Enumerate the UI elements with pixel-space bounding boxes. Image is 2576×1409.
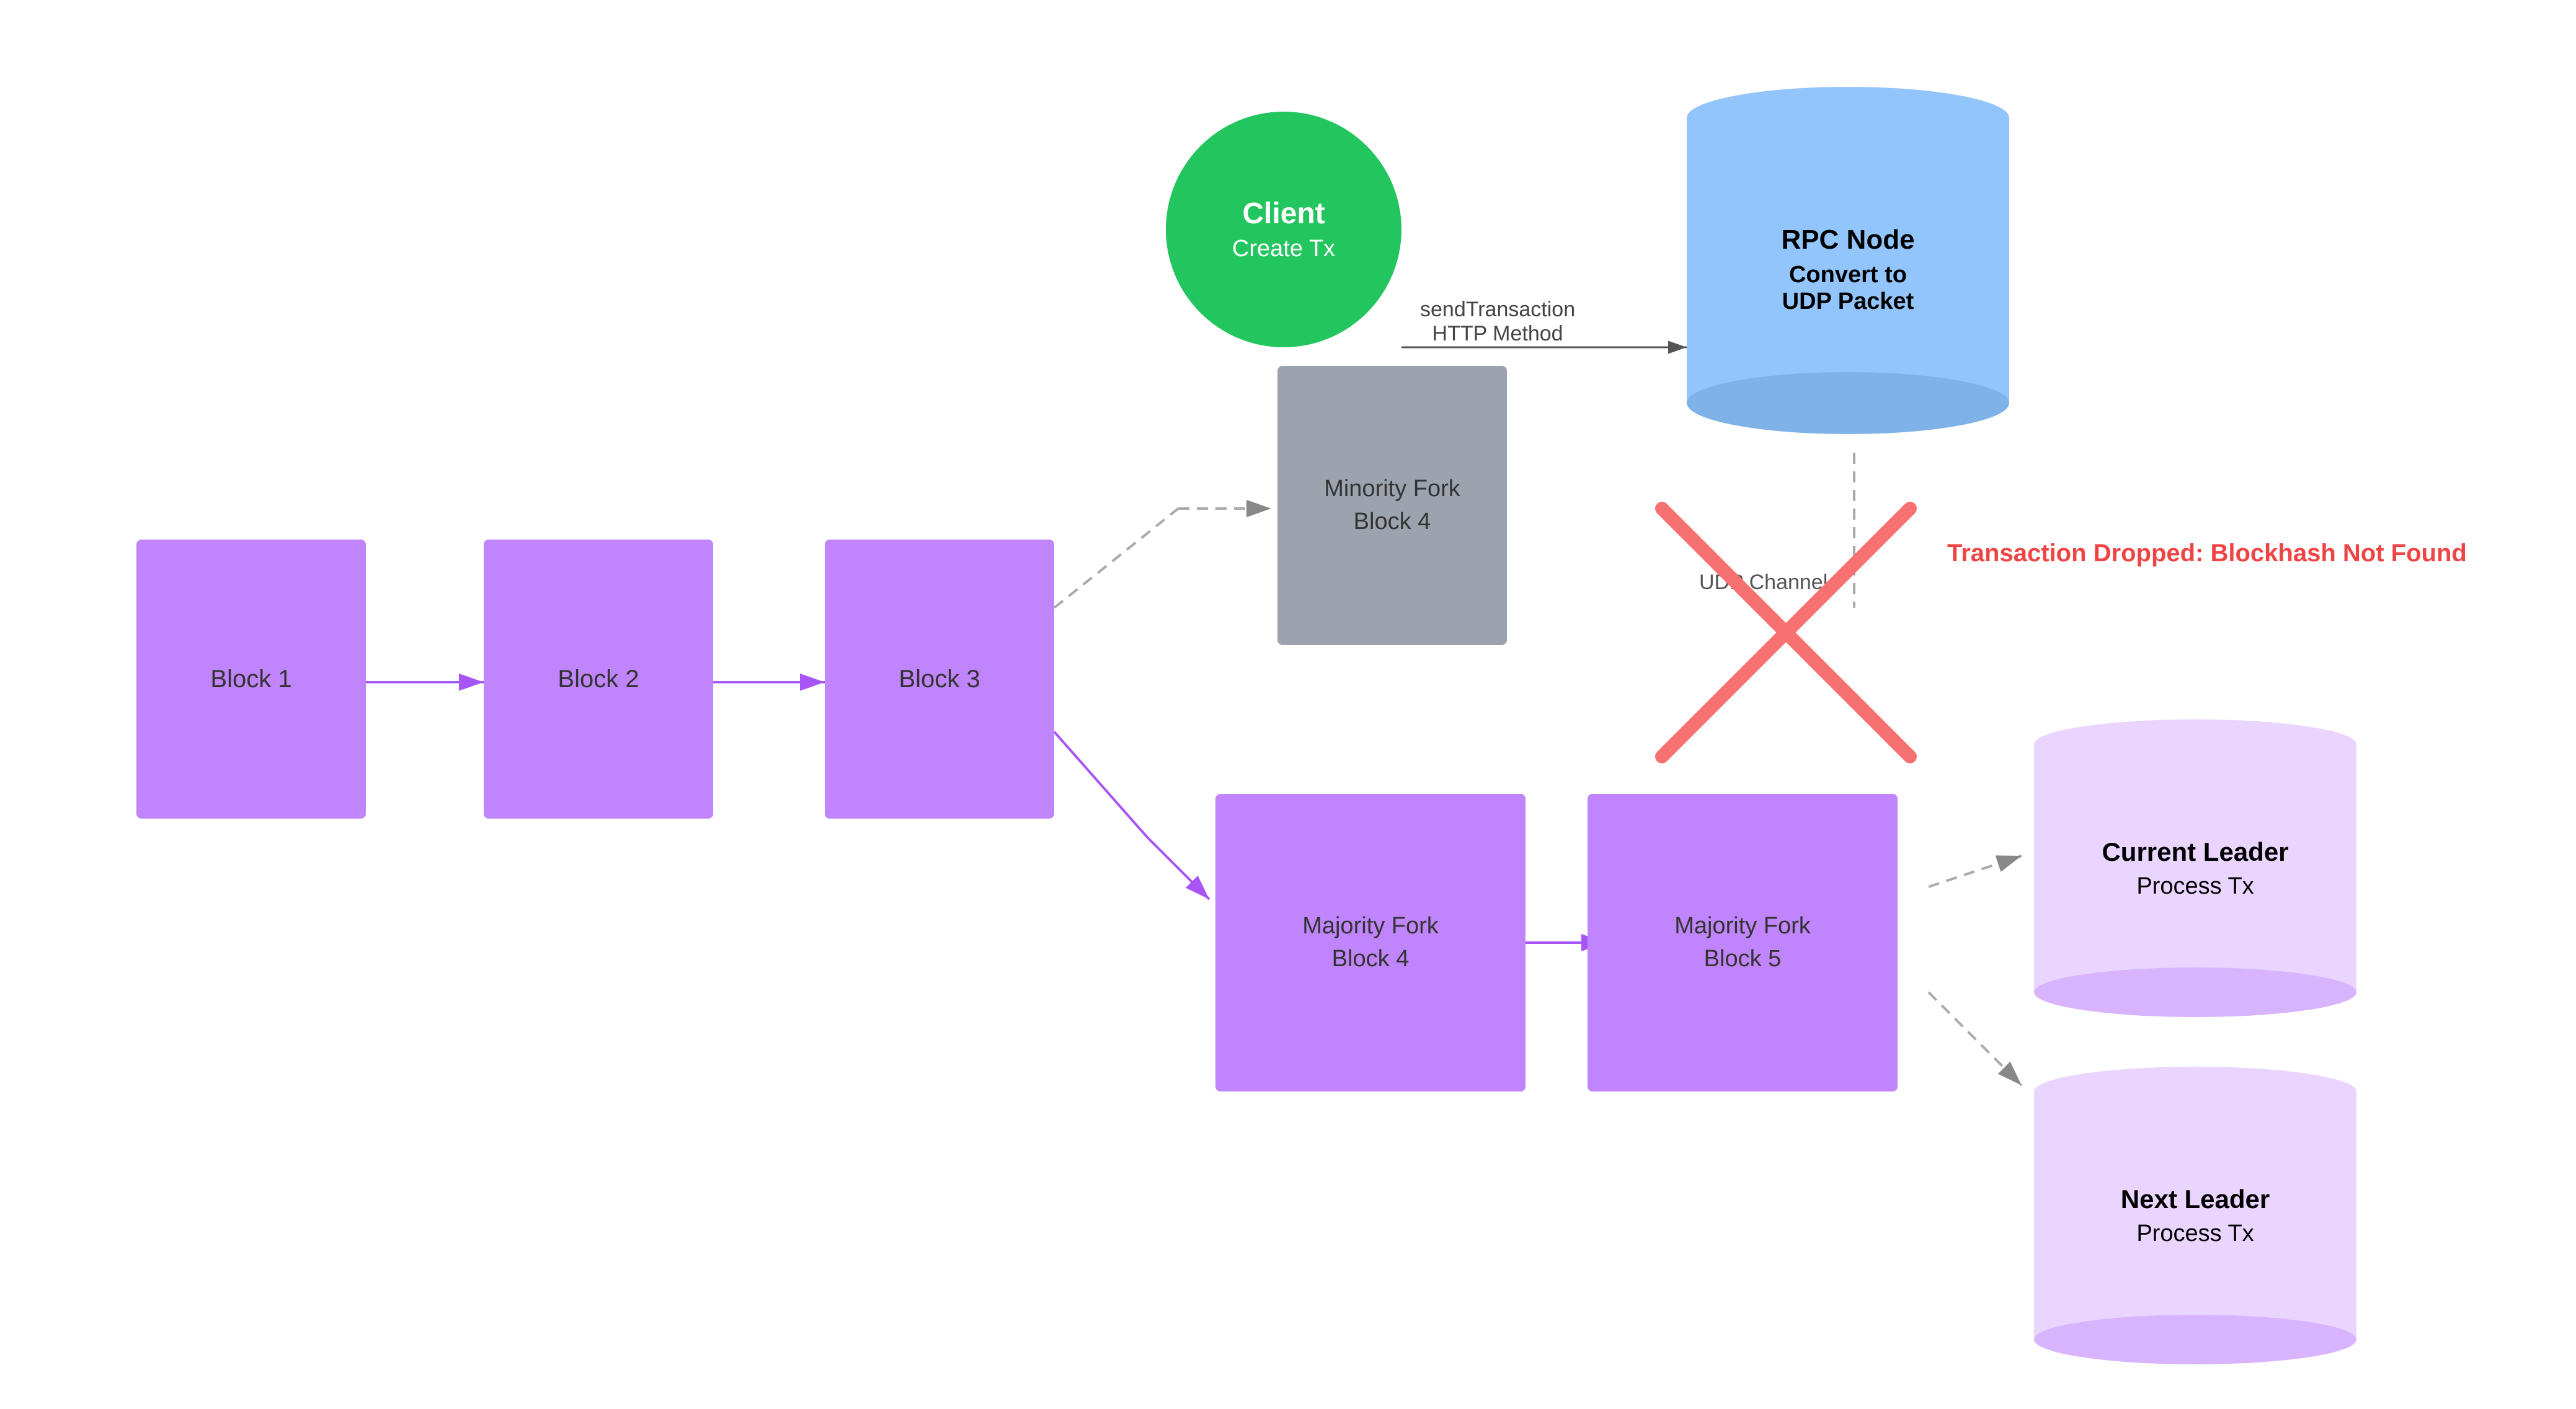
majority-fork-block-4: Majority Fork Block 4: [1215, 794, 1526, 1091]
send-transaction-label: sendTransaction HTTP Method: [1420, 298, 1575, 346]
current-leader-subtitle: Process Tx: [2136, 873, 2254, 900]
client-subtitle: Create Tx: [1232, 236, 1335, 262]
current-leader-cylinder: Current Leader Process Tx: [2034, 719, 2356, 1017]
client-title: Client: [1242, 197, 1325, 231]
rpc-node-cylinder: RPC Node Convert to UDP Packet: [1687, 87, 2009, 434]
minority-fork-block-4: Minority Fork Block 4: [1277, 366, 1507, 645]
next-leader-title: Next Leader: [2121, 1185, 2270, 1214]
block-2: Block 2: [484, 540, 713, 819]
block-1: Block 1: [136, 540, 366, 819]
diagram: Block 1 Block 2 Block 3 Minority Fork Bl…: [0, 0, 2576, 1409]
next-leader-subtitle: Process Tx: [2136, 1220, 2254, 1247]
rpc-node-subtitle: Convert to UDP Packet: [1782, 262, 1914, 315]
client-circle: Client Create Tx: [1166, 112, 1401, 347]
next-leader-cylinder: Next Leader Process Tx: [2034, 1067, 2356, 1364]
error-label: Transaction Dropped: Blockhash Not Found: [1947, 540, 2467, 567]
block-3: Block 3: [825, 540, 1054, 819]
current-leader-title: Current Leader: [2102, 837, 2288, 867]
cross-icon: [1625, 471, 1947, 794]
rpc-node-title: RPC Node: [1781, 224, 1914, 256]
majority-fork-block-5: Majority Fork Block 5: [1588, 794, 1898, 1091]
